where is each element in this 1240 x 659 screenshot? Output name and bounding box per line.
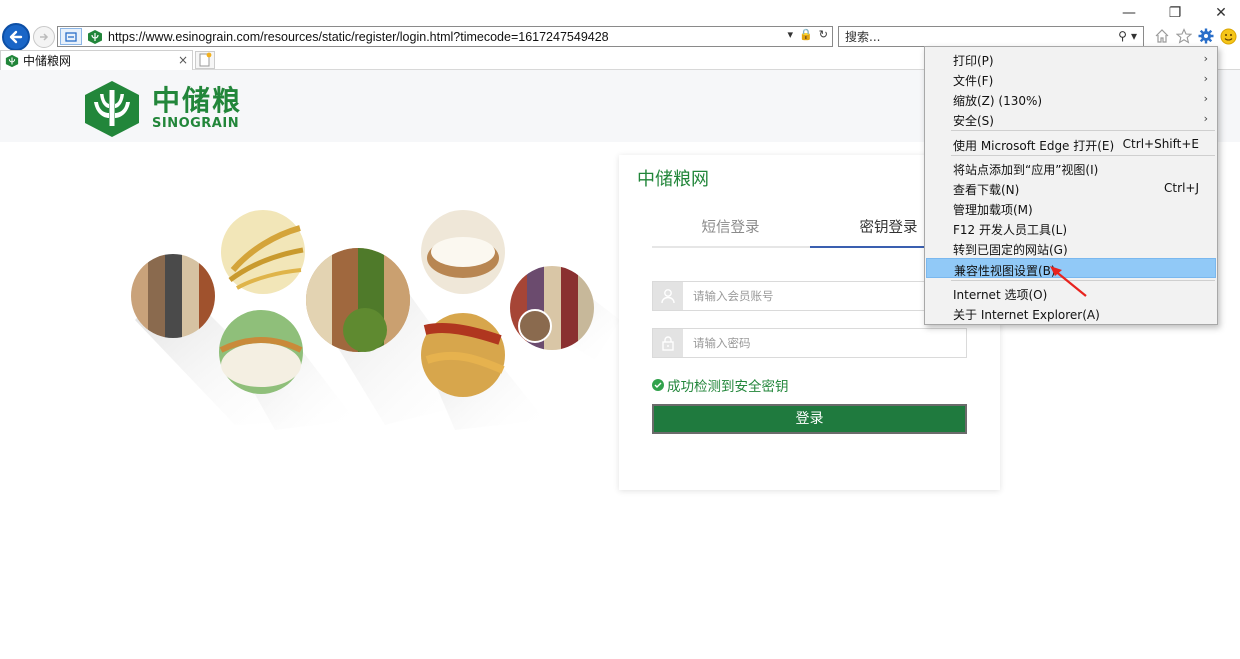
logo-english-text: SINOGRAIN: [152, 116, 240, 131]
lock-icon[interactable]: 🔒: [799, 28, 813, 41]
user-icon: [653, 282, 683, 310]
tab-close-icon[interactable]: ×: [178, 53, 188, 67]
menu-item-label: Internet 选项(O): [953, 288, 1048, 302]
arrow-left-icon: [9, 30, 23, 44]
menu-item-file[interactable]: 文件(F) ›: [926, 69, 1216, 89]
menu-item-pinned-sites[interactable]: 转到已固定的网站(G): [926, 238, 1216, 258]
search-placeholder: 搜索...: [845, 30, 881, 44]
back-button[interactable]: [2, 23, 30, 51]
check-circle-icon: [652, 379, 664, 391]
mixed-grains-circle: [306, 248, 410, 352]
home-icon[interactable]: [1153, 27, 1171, 45]
forward-button[interactable]: [33, 26, 55, 48]
dropdown-icon[interactable]: ▾: [788, 28, 794, 41]
url-text: https://www.esinograin.com/resources/sta…: [108, 29, 609, 44]
new-tab-icon: [199, 52, 212, 67]
annotation-arrow-icon: [1050, 266, 1087, 297]
arrow-right-icon: [40, 33, 49, 41]
menu-item-open-edge[interactable]: 使用 Microsoft Edge 打开(E) Ctrl+Shift+E: [926, 134, 1216, 154]
address-bar[interactable]: https://www.esinograin.com/resources/sta…: [57, 26, 833, 47]
password-input[interactable]: [691, 333, 951, 353]
key-detected-status: 成功检测到安全密钥: [652, 375, 789, 395]
refresh-icon[interactable]: ↻: [819, 28, 828, 41]
menu-item-label: 使用 Microsoft Edge 打开(E): [953, 139, 1115, 153]
menu-item-add-to-apps[interactable]: 将站点添加到“应用”视图(I): [926, 158, 1216, 178]
tab-sinograin[interactable]: 中储粮网 ×: [0, 50, 193, 70]
site-favicon-icon: [88, 29, 102, 44]
login-card-title: 中储粮网: [637, 169, 709, 190]
menu-separator: [951, 130, 1215, 131]
search-box[interactable]: 搜索... ⚲ ▾: [838, 26, 1144, 47]
restore-icon[interactable]: ❐: [1164, 4, 1186, 22]
login-tabs: 短信登录 密钥登录: [652, 210, 967, 248]
compat-view-icon[interactable]: [60, 28, 82, 45]
close-icon[interactable]: ✕: [1210, 4, 1232, 22]
chevron-right-icon: ›: [1203, 112, 1208, 125]
menu-item-zoom[interactable]: 缩放(Z) (130%) ›: [926, 89, 1216, 109]
menu-item-label: 缩放(Z) (130%): [953, 94, 1043, 108]
rice-basket-circle: [421, 210, 505, 294]
sorghum-circle: [421, 313, 505, 397]
menu-item-shortcut: Ctrl+Shift+E: [1122, 137, 1199, 151]
sinograin-logo[interactable]: 中储粮 SINOGRAIN: [84, 80, 242, 138]
menu-item-dev-tools[interactable]: F12 开发人员工具(L): [926, 218, 1216, 238]
menu-item-manage-addons[interactable]: 管理加载项(M): [926, 198, 1216, 218]
minimize-icon[interactable]: —: [1118, 4, 1140, 22]
menu-item-about-ie[interactable]: 关于 Internet Explorer(A): [926, 303, 1216, 323]
menu-item-label: 转到已固定的网站(G): [953, 243, 1068, 257]
menu-item-label: 文件(F): [953, 74, 994, 88]
menu-item-view-downloads[interactable]: 查看下载(N) Ctrl+J: [926, 178, 1216, 198]
menu-separator: [951, 155, 1215, 156]
menu-item-print[interactable]: 打印(P) ›: [926, 49, 1216, 69]
password-field: [652, 328, 967, 358]
menu-item-label: 管理加载项(M): [953, 203, 1033, 217]
feedback-smiley-icon[interactable]: [1219, 27, 1237, 45]
menu-item-label: 查看下载(N): [953, 183, 1020, 197]
tab-favicon-icon: [5, 54, 19, 67]
window-controls: — ❐ ✕: [1118, 4, 1232, 22]
favorites-star-icon[interactable]: [1175, 27, 1193, 45]
login-button[interactable]: 登录: [652, 404, 967, 434]
menu-item-label: 关于 Internet Explorer(A): [953, 308, 1100, 322]
chevron-right-icon: ›: [1203, 52, 1208, 65]
search-dropdown-icon[interactable]: ▾: [1131, 29, 1137, 43]
status-text: 成功检测到安全密钥: [667, 379, 789, 395]
menu-item-safety[interactable]: 安全(S) ›: [926, 109, 1216, 129]
rice-circle: [219, 310, 303, 394]
tab-sms-login[interactable]: 短信登录: [652, 216, 809, 237]
lock-icon: [653, 329, 683, 357]
account-input[interactable]: [691, 286, 951, 306]
toolbar-icons: [1153, 27, 1237, 45]
chevron-right-icon: ›: [1203, 72, 1208, 85]
menu-item-label: 将站点添加到“应用”视图(I): [953, 163, 1099, 177]
menu-item-shortcut: Ctrl+J: [1164, 181, 1199, 195]
gear-icon[interactable]: [1197, 27, 1215, 45]
chevron-right-icon: ›: [1203, 92, 1208, 105]
sinograin-emblem-icon: [85, 81, 139, 137]
menu-item-label: F12 开发人员工具(L): [953, 223, 1068, 237]
grain-hero-illustration: [131, 210, 620, 430]
search-icon[interactable]: ⚲: [1118, 29, 1127, 43]
menu-item-label: 兼容性视图设置(B): [954, 264, 1056, 278]
menu-item-label: 安全(S): [953, 114, 994, 128]
new-tab-button[interactable]: [195, 51, 215, 69]
wheat-circle: [221, 210, 305, 294]
account-field: [652, 281, 967, 311]
menu-item-label: 打印(P): [953, 54, 994, 68]
logo-chinese-text: 中储粮: [152, 84, 243, 117]
tab-title: 中储粮网: [23, 54, 72, 68]
